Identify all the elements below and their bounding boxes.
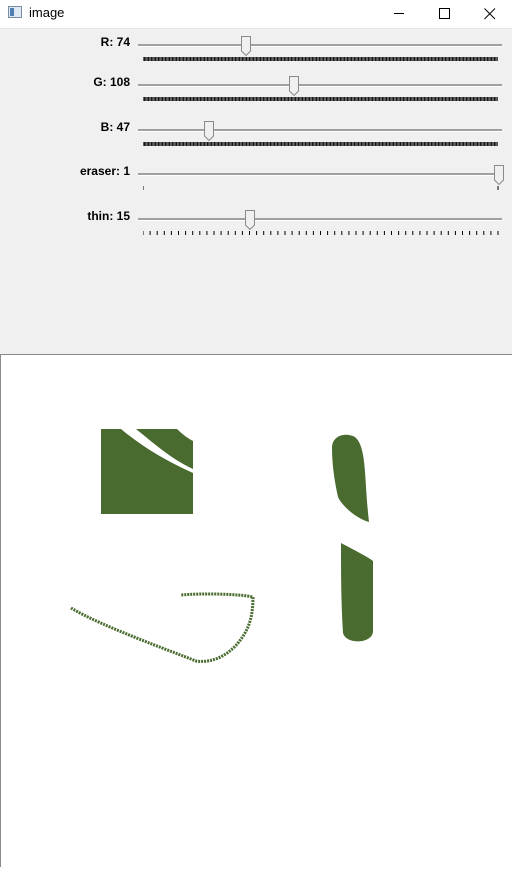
trackbar-g: G: 108 — [0, 71, 512, 116]
slider-thumb-eraser[interactable] — [494, 165, 504, 185]
trackbar-label-r: R: 74 — [100, 35, 130, 49]
paint-strokes — [70, 429, 373, 663]
slider-thumb-thin[interactable] — [244, 210, 255, 230]
window-title: image — [29, 5, 65, 20]
trackbar-label-thin: thin: 15 — [87, 209, 130, 223]
slider-groove[interactable] — [138, 129, 502, 132]
slider-thumb-g[interactable] — [288, 76, 299, 96]
brush-blob-upper — [332, 434, 369, 522]
minimize-button[interactable] — [376, 0, 422, 28]
slider-groove[interactable] — [138, 44, 502, 47]
slider-ticks — [143, 57, 498, 61]
maximize-icon — [439, 8, 450, 19]
slider-ticks — [143, 97, 498, 101]
slider-thumb-r[interactable] — [241, 36, 252, 56]
trackbar-r: R: 74 — [0, 31, 512, 76]
trackbar-panel: R: 74 G: 108 B: 47 eraser: 1 thin: 15 — [0, 29, 512, 354]
thin-line-stroke — [70, 592, 255, 663]
trackbar-label-eraser: eraser: 1 — [79, 164, 130, 178]
drawing-canvas[interactable] — [0, 354, 512, 867]
maximize-button[interactable] — [422, 0, 468, 28]
slider-thumb-b[interactable] — [203, 121, 214, 141]
title-bar: image — [0, 0, 512, 29]
minimize-icon — [394, 13, 404, 14]
slider-groove[interactable] — [138, 218, 502, 221]
trackbar-b: B: 47 — [0, 116, 512, 161]
trackbar-eraser: eraser: 1 — [0, 160, 512, 205]
drawing-surface — [70, 429, 373, 663]
trackbar-label-g: G: 108 — [93, 75, 130, 89]
trackbar-thin: thin: 15 — [0, 205, 512, 250]
close-button[interactable] — [467, 0, 512, 28]
close-icon — [484, 8, 496, 20]
app-window-icon — [8, 6, 22, 18]
brush-blob-lower — [341, 543, 373, 642]
slider-ticks — [143, 186, 499, 190]
slider-ticks — [143, 142, 498, 146]
trackbar-label-b: B: 47 — [100, 120, 130, 134]
slider-groove[interactable] — [138, 84, 502, 87]
slider-groove[interactable] — [138, 173, 502, 176]
slider-ticks — [143, 231, 499, 235]
